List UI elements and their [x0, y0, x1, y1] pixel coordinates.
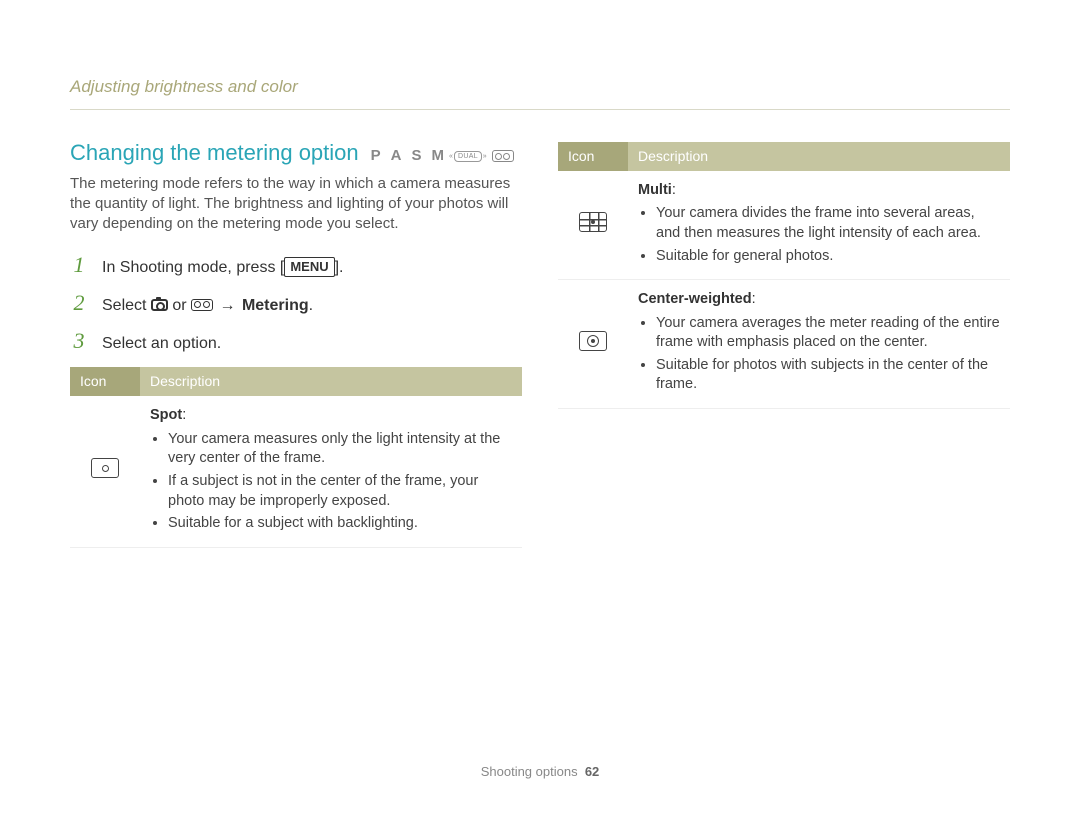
- option-title: Multi: [638, 182, 672, 198]
- mode-badges: P A S M DUAL: [371, 146, 514, 166]
- page-footer: Shooting options 62: [0, 763, 1080, 781]
- table-header: Icon Description: [558, 142, 1010, 171]
- icon-cell: [558, 280, 628, 409]
- page-number: 62: [585, 764, 599, 779]
- divider: [70, 109, 1010, 110]
- options-table-right: Icon Description Multi: Your camera divi…: [558, 142, 1010, 409]
- section-heading: Changing the metering option: [70, 138, 359, 168]
- steps-list: 1 In Shooting mode, press [MENU]. 2 Sele…: [70, 250, 522, 355]
- center-weighted-metering-icon: [579, 331, 607, 351]
- dual-camera-icon: [492, 150, 514, 162]
- step-3: 3 Select an option.: [70, 326, 522, 356]
- section-breadcrumb: Adjusting brightness and color: [70, 76, 1010, 99]
- metering-label: Metering: [242, 297, 309, 314]
- intro-paragraph: The metering mode refers to the way in w…: [70, 174, 522, 235]
- icon-cell: [70, 396, 140, 547]
- page: Adjusting brightness and color Changing …: [0, 0, 1080, 815]
- step-body: Select or → Metering.: [102, 295, 313, 317]
- bullet: Your camera averages the meter reading o…: [656, 314, 1000, 353]
- col-description: Description: [140, 367, 522, 396]
- col-description: Description: [628, 142, 1010, 171]
- table-row: Center-weighted: Your camera averages th…: [558, 280, 1010, 409]
- step-2: 2 Select or → Metering.: [70, 288, 522, 318]
- footer-section: Shooting options: [481, 764, 578, 779]
- table-row: Multi: Your camera divides the frame int…: [558, 171, 1010, 280]
- step-text: or: [172, 297, 191, 314]
- multi-metering-icon: [579, 212, 607, 232]
- step-text: Select: [102, 297, 151, 314]
- step-body: In Shooting mode, press [MENU].: [102, 257, 344, 279]
- col-icon: Icon: [70, 367, 140, 396]
- arrow-icon: →: [218, 295, 238, 317]
- right-column: Icon Description Multi: Your camera divi…: [558, 138, 1010, 548]
- step-number: 1: [70, 250, 88, 280]
- step-body: Select an option.: [102, 333, 221, 355]
- camera-icon: [151, 299, 168, 311]
- left-column: Changing the metering option P A S M DUA…: [70, 138, 522, 548]
- bullet: If a subject is not in the center of the…: [168, 472, 512, 511]
- spot-metering-icon: [91, 458, 119, 478]
- desc-cell: Center-weighted: Your camera averages th…: [628, 280, 1010, 409]
- bullet: Your camera divides the frame into sever…: [656, 204, 1000, 243]
- mode-a: A: [391, 146, 402, 166]
- step-text: In Shooting mode, press [: [102, 259, 284, 276]
- mode-dual-badge: DUAL: [454, 151, 482, 162]
- option-bullets: Your camera measures only the light inte…: [150, 430, 512, 534]
- step-number: 3: [70, 326, 88, 356]
- bullet: Suitable for general photos.: [656, 247, 1000, 267]
- table-header: Icon Description: [70, 367, 522, 396]
- icon-cell: [558, 171, 628, 280]
- option-bullets: Your camera divides the frame into sever…: [638, 204, 1000, 266]
- step-number: 2: [70, 288, 88, 318]
- bullet: Suitable for photos with subjects in the…: [656, 356, 1000, 395]
- step-1: 1 In Shooting mode, press [MENU].: [70, 250, 522, 280]
- columns: Changing the metering option P A S M DUA…: [70, 138, 1010, 548]
- step-text: ].: [335, 259, 344, 276]
- option-title: Center-weighted: [638, 291, 752, 307]
- bullet: Suitable for a subject with backlighting…: [168, 514, 512, 534]
- desc-cell: Multi: Your camera divides the frame int…: [628, 171, 1010, 280]
- option-title: Spot: [150, 407, 182, 423]
- mode-s: S: [412, 146, 422, 166]
- table-row: Spot: Your camera measures only the ligh…: [70, 396, 522, 547]
- bullet: Your camera measures only the light inte…: [168, 430, 512, 469]
- mode-p: P: [371, 146, 381, 166]
- step-text: .: [309, 297, 313, 314]
- desc-cell: Spot: Your camera measures only the ligh…: [140, 396, 522, 547]
- mode-m: M: [432, 146, 445, 166]
- menu-button-label: MENU: [284, 257, 334, 277]
- option-bullets: Your camera averages the meter reading o…: [638, 314, 1000, 395]
- options-table-left: Icon Description Spot: Your camera measu…: [70, 367, 522, 547]
- col-icon: Icon: [558, 142, 628, 171]
- video-icon: [191, 299, 213, 311]
- heading-row: Changing the metering option P A S M DUA…: [70, 138, 522, 168]
